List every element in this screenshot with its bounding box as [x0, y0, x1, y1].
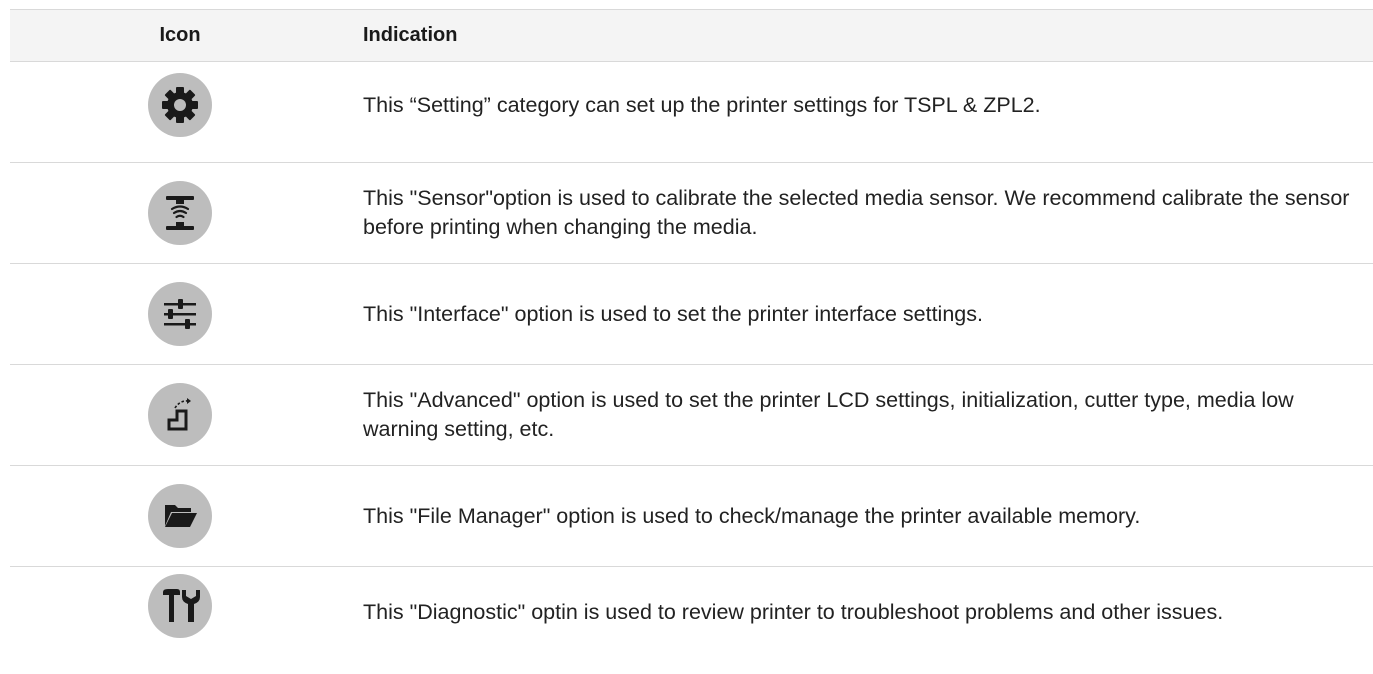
header-indication-cell: Indication	[363, 24, 458, 46]
tools-icon	[148, 573, 212, 638]
sliders-icon	[148, 282, 212, 346]
icon-indication-table: Icon Indication This “Setting” category …	[10, 9, 1373, 674]
stairs-arrow-icon	[148, 383, 212, 447]
indication-text: This “Setting” category can set up the p…	[363, 92, 1041, 117]
indication-text: This "Interface" option is used to set t…	[363, 301, 983, 326]
gear-icon	[148, 73, 212, 137]
indication-text: This "Diagnostic" optin is used to revie…	[363, 600, 1224, 624]
table-row-setting: This “Setting” category can set up the p…	[10, 62, 1373, 163]
table-header-row: Icon Indication	[10, 10, 1373, 62]
sensor-icon	[148, 181, 212, 245]
table-row-file-manager: This "File Manager" option is used to ch…	[10, 466, 1373, 567]
header-icon-cell: Icon	[159, 24, 201, 46]
table-row-diagnostic: This "Diagnostic" optin is used to revie…	[10, 567, 1373, 674]
icon-cell	[10, 573, 350, 638]
icon-cell	[10, 484, 350, 548]
icon-cell	[10, 282, 350, 346]
indication-text: This "File Manager" option is used to ch…	[363, 503, 1141, 528]
icon-cell	[10, 181, 350, 245]
folder-open-icon	[148, 484, 212, 548]
table-row-sensor: This "Sensor"option is used to calibrate…	[10, 163, 1373, 264]
icon-cell	[10, 383, 350, 447]
indication-text: This "Sensor"option is used to calibrate…	[363, 186, 1350, 239]
indication-text: This "Advanced" option is used to set th…	[363, 388, 1294, 441]
table-row-interface: This "Interface" option is used to set t…	[10, 264, 1373, 365]
icon-cell	[10, 73, 350, 137]
table-row-advanced: This "Advanced" option is used to set th…	[10, 365, 1373, 466]
